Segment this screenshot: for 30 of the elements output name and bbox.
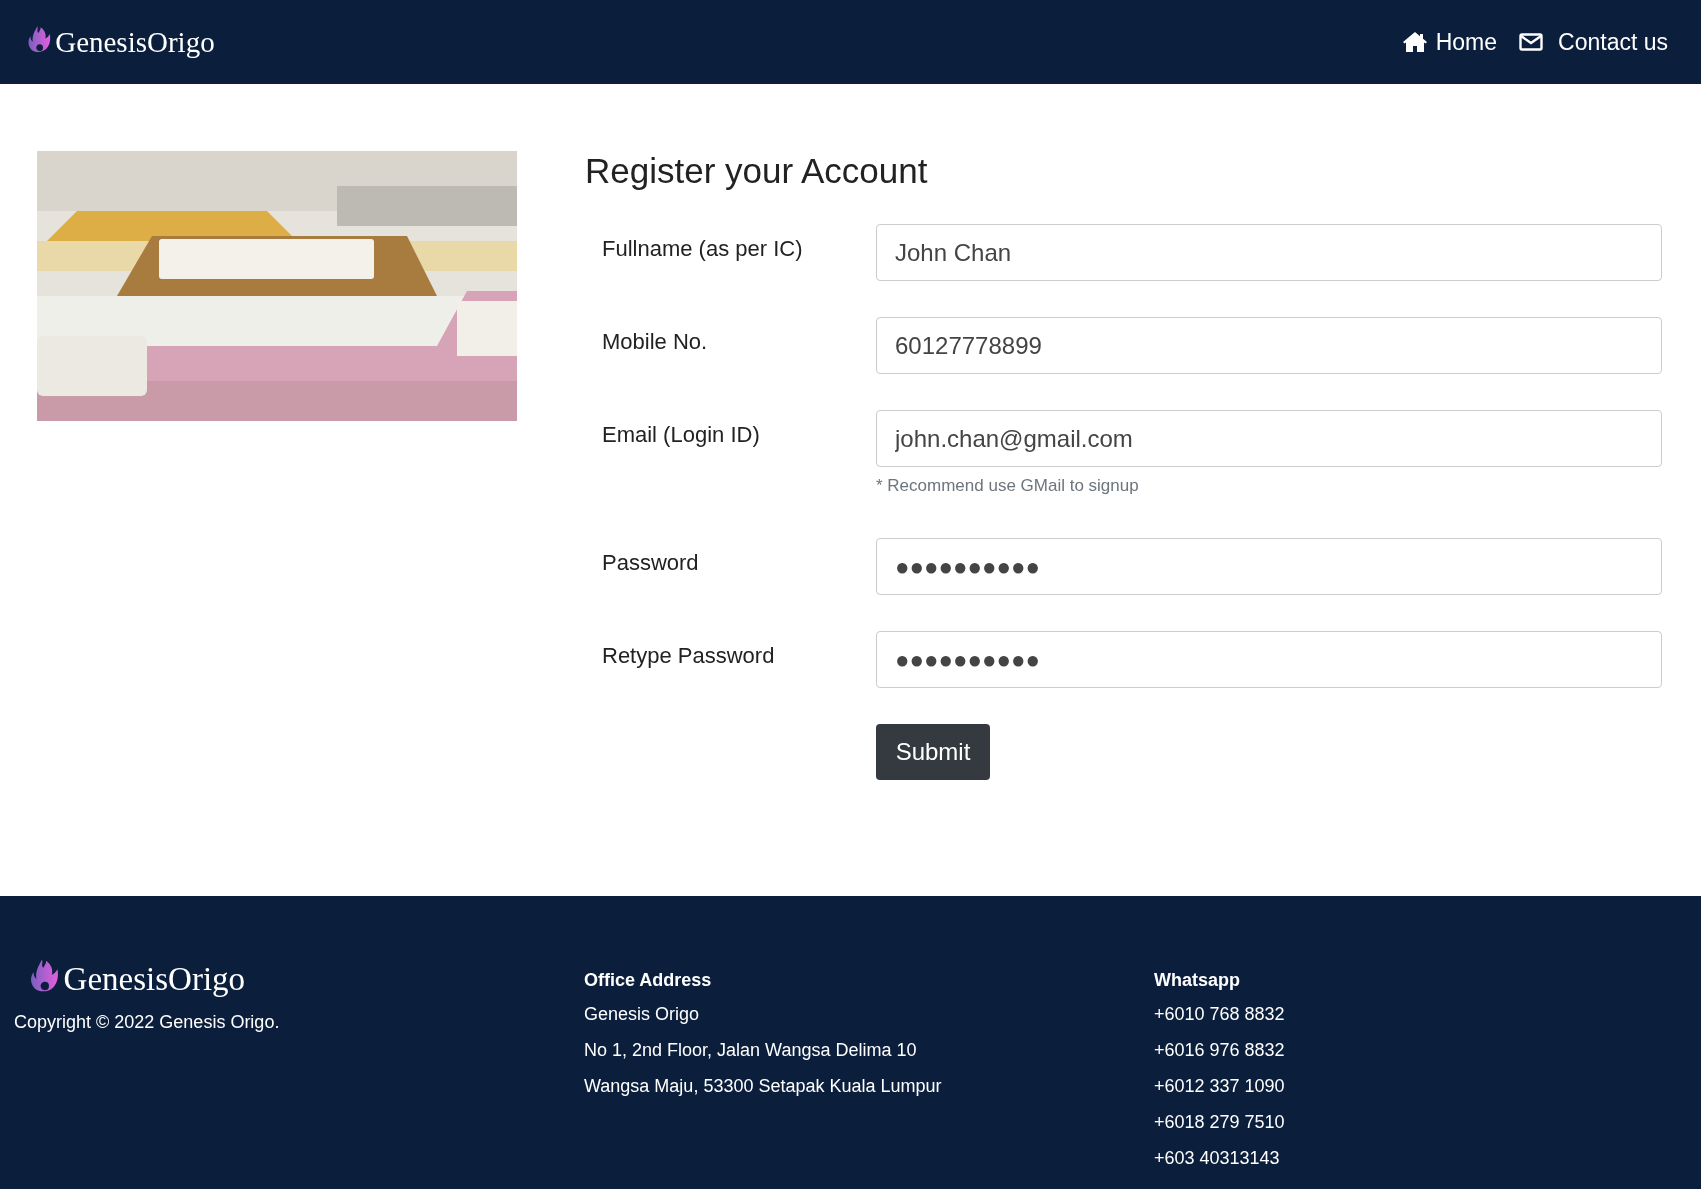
footer-text: +6018 279 7510: [1154, 1112, 1286, 1133]
input-field[interactable]: john.chan@gmail.com: [876, 410, 1662, 467]
footer-text: Wangsa Maju, 53300 Setapak Kuala Lumpur: [584, 1076, 943, 1097]
nav-link[interactable]: Contact us: [1519, 28, 1668, 56]
copyright-text: Copyright © 2022 Genesis Origo.: [14, 1012, 281, 1033]
mail-icon: [1519, 33, 1544, 51]
brand-name: GenesisOrigo: [63, 960, 246, 998]
form-title: Register your Account: [585, 151, 929, 191]
footer-text: +6012 337 1090: [1154, 1076, 1286, 1097]
footer-text: No 1, 2nd Floor, Jalan Wangsa Delima 10: [584, 1040, 918, 1061]
submit-button[interactable]: Submit: [876, 724, 990, 780]
field-hint: * Recommend use GMail to signup: [876, 476, 1140, 496]
column-heading: Whatsapp: [1154, 970, 1241, 991]
input-field[interactable]: John Chan: [876, 224, 1662, 281]
field-label: Email (Login ID): [602, 421, 761, 449]
field-label: Fullname (as per IC): [602, 235, 804, 263]
input-field[interactable]: ●●●●●●●●●●: [876, 538, 1662, 595]
brand-name: GenesisOrigo: [55, 25, 215, 59]
footer-text: Genesis Origo: [584, 1004, 701, 1025]
input-field[interactable]: ●●●●●●●●●●: [876, 631, 1662, 688]
home-icon: [1401, 31, 1428, 53]
input-field[interactable]: 60127778899: [876, 317, 1662, 374]
footer-text: +603 40313143: [1154, 1148, 1281, 1169]
column-heading: Office Address: [584, 970, 713, 991]
field-label: Retype Password: [602, 642, 776, 670]
field-label: Mobile No.: [602, 328, 709, 356]
footer-text: +6016 976 8832: [1154, 1040, 1286, 1061]
nav-link[interactable]: Home: [1401, 28, 1498, 56]
field-label: Password: [602, 549, 700, 577]
footer-text: +6010 768 8832: [1154, 1004, 1286, 1025]
